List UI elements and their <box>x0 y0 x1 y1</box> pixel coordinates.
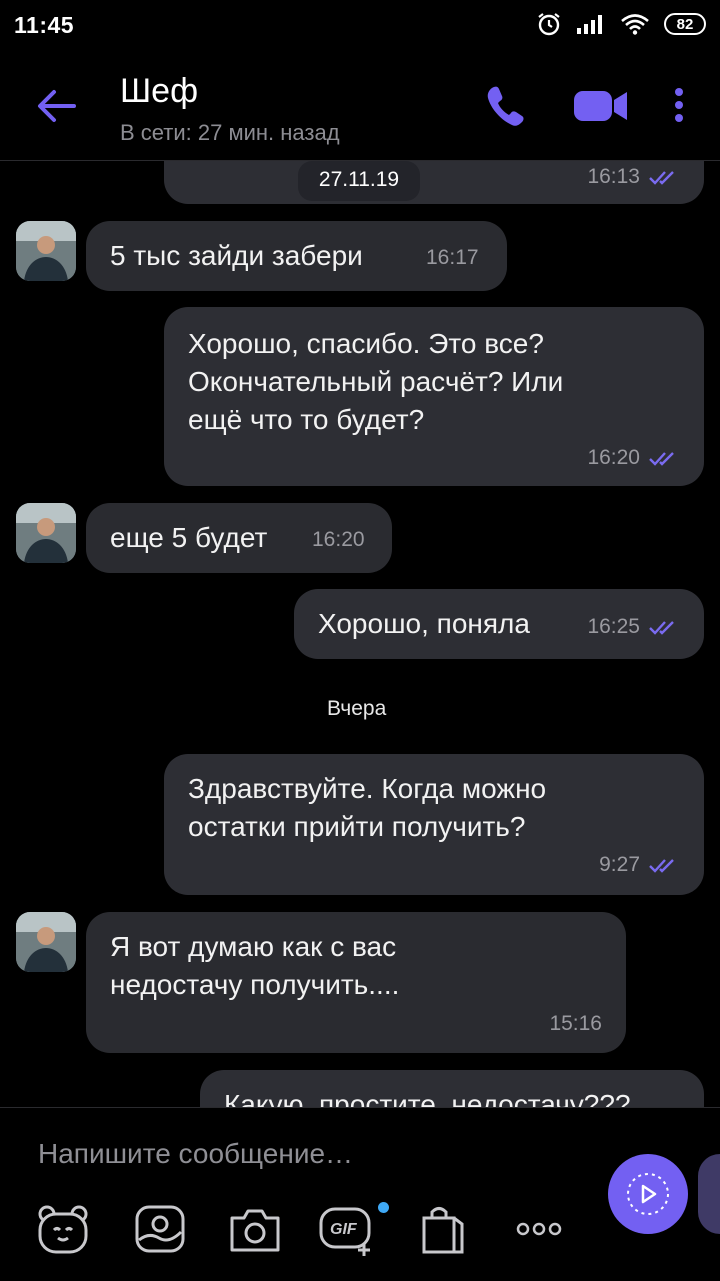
message-bubble-incoming[interactable]: 5 тыс зайди забери 16:17 <box>86 221 507 291</box>
message-bubble-outgoing[interactable]: Хорошо, спасибо. Это все? Окончательный … <box>164 307 704 486</box>
new-indicator-badge <box>378 1202 389 1213</box>
status-bar: 11:45 82 <box>0 0 720 52</box>
message-text: Какую, простите, недостачу??? <box>224 1089 631 1107</box>
avatar[interactable] <box>16 912 76 972</box>
avatar[interactable] <box>16 503 76 563</box>
message-time: 9:27 <box>599 853 640 876</box>
message-bubble-outgoing[interactable]: Какую, простите, недостачу??? <box>200 1070 704 1107</box>
signal-icon <box>577 15 602 34</box>
svg-text:GIF: GIF <box>330 1221 358 1238</box>
message-text-line: Здравствуйте. Когда можно <box>188 773 547 804</box>
read-receipt-icon <box>649 171 674 185</box>
read-receipt-icon <box>649 621 674 635</box>
message-time: 16:25 <box>587 615 640 638</box>
message-text: еще 5 будет <box>110 522 268 553</box>
avatar[interactable] <box>16 221 76 281</box>
more-horizontal-icon[interactable] <box>512 1200 570 1258</box>
camera-icon[interactable] <box>226 1200 284 1258</box>
status-time: 11:45 <box>14 12 75 38</box>
shopping-bag-icon[interactable] <box>414 1200 472 1258</box>
send-button[interactable] <box>608 1154 688 1234</box>
day-divider: Вчера <box>327 697 387 720</box>
message-text-line: Я вот думаю как с вас <box>110 931 397 962</box>
message-text-line: остатки прийти получить? <box>188 811 526 842</box>
secondary-action-button[interactable] <box>698 1154 720 1234</box>
date-divider: 27.11.19 <box>298 161 420 201</box>
message-text: 5 тыс зайди забери <box>110 240 363 271</box>
chat-header: Шеф В сети: 27 мин. назад <box>0 52 720 161</box>
voice-record-icon <box>627 1173 669 1215</box>
message-text-line: недостачу получить.... <box>110 969 400 1000</box>
message-bubble-outgoing[interactable]: Хорошо, поняла 16:25 <box>294 589 704 659</box>
message-list[interactable]: 16:13 27.11.19 5 тыс зайди забери 16:17 … <box>0 161 720 1107</box>
message-time: 15:16 <box>549 1012 602 1035</box>
presence-status: В сети: 27 мин. назад <box>120 120 340 145</box>
alarm-icon <box>538 13 560 36</box>
message-time: 16:17 <box>426 246 479 269</box>
read-receipt-icon <box>649 859 674 873</box>
wifi-icon <box>621 14 649 35</box>
message-bubble-outgoing[interactable]: Здравствуйте. Когда можно остатки прийти… <box>164 754 704 895</box>
message-input[interactable]: Напишите сообщение… <box>38 1138 353 1170</box>
message-time: 16:13 <box>587 165 640 188</box>
read-receipt-icon <box>649 452 674 466</box>
bear-sticker-icon[interactable] <box>34 1200 92 1258</box>
message-bubble-incoming[interactable]: Я вот думаю как с вас недостачу получить… <box>86 912 626 1053</box>
message-text-line: ещё что то будет? <box>188 404 425 435</box>
arrow-left-icon[interactable] <box>30 84 82 128</box>
contact-name[interactable]: Шеф <box>120 72 198 111</box>
message-time: 16:20 <box>312 528 365 551</box>
video-camera-icon[interactable] <box>572 80 630 130</box>
gif-icon[interactable]: GIF <box>318 1200 376 1258</box>
status-icons: 82 <box>536 11 706 37</box>
message-bubble-incoming[interactable]: еще 5 будет 16:20 <box>86 503 392 573</box>
message-time: 16:20 <box>587 446 640 469</box>
message-text: Хорошо, поняла <box>318 608 530 639</box>
message-bubble-outgoing[interactable]: 16:13 <box>164 161 704 204</box>
battery-indicator: 82 <box>664 13 706 35</box>
message-composer: Напишите сообщение… GIF <box>0 1107 720 1281</box>
message-text-line: Окончательный расчёт? Или <box>188 366 564 397</box>
phone-icon[interactable] <box>482 80 528 130</box>
kebab-menu-icon[interactable] <box>664 80 694 130</box>
message-text-line: Хорошо, спасибо. Это все? <box>188 328 544 359</box>
gallery-icon[interactable] <box>132 1200 190 1258</box>
